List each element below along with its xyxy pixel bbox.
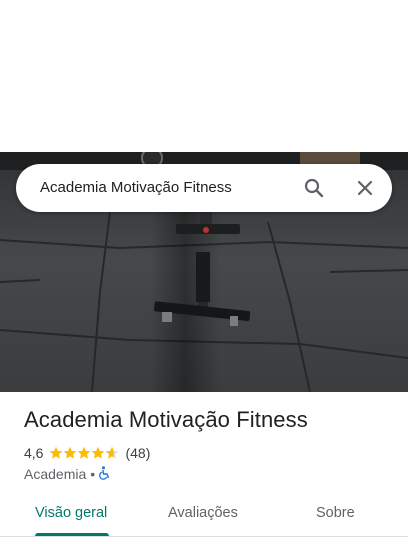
tab-about[interactable]: Sobre	[316, 494, 355, 534]
search-icon[interactable]	[302, 176, 326, 200]
star-icon	[92, 446, 105, 459]
blank-header-area	[0, 0, 408, 152]
review-count[interactable]: (48)	[125, 445, 150, 461]
star-icon	[64, 446, 77, 459]
close-icon[interactable]	[353, 176, 377, 200]
tab-reviews[interactable]: Avaliações	[168, 494, 238, 534]
place-title: Academia Motivação Fitness	[24, 407, 308, 432]
category-row: Academia •	[24, 465, 111, 483]
category-label: Academia	[24, 466, 87, 482]
separator-dot: •	[90, 466, 96, 482]
rating-value: 4,6	[24, 445, 44, 461]
search-input[interactable]: Academia Motivação Fitness	[40, 164, 232, 212]
rating-stars	[49, 446, 119, 460]
tab-divider	[0, 536, 408, 537]
star-icon	[78, 446, 91, 459]
wheelchair-icon[interactable]	[99, 465, 111, 483]
search-bar[interactable]: Academia Motivação Fitness	[16, 164, 392, 212]
star-icon	[106, 446, 119, 459]
star-icon	[50, 446, 63, 459]
tab-overview[interactable]: Visão geral	[35, 494, 107, 534]
tab-bar: Visão geral Avaliações Sobre	[0, 494, 408, 534]
rating-row[interactable]: 4,6 (48)	[24, 444, 150, 462]
